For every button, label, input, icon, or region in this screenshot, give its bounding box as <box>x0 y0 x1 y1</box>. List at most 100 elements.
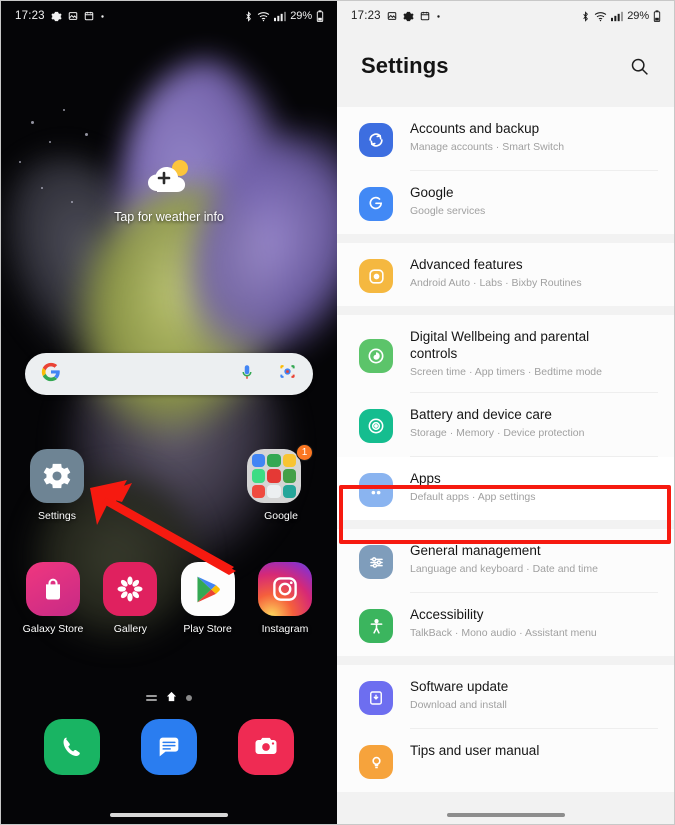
settings-row-subtitle: Android Auto · Labs · Bixby Routines <box>410 277 582 289</box>
app-camera[interactable] <box>238 719 295 775</box>
gear-icon <box>43 463 71 489</box>
sliders-icon <box>359 545 393 579</box>
gesture-bar[interactable] <box>110 813 228 817</box>
page-dot[interactable] <box>186 695 192 701</box>
settings-row-subtitle: Google services <box>410 205 486 217</box>
settings-row-subtitle: Screen time · App timers · Bedtime mode <box>410 366 602 378</box>
dot-icon <box>100 14 105 19</box>
app-grid: Settings 1 Google Galaxy Store Gallery P… <box>1 444 337 635</box>
weather-label: Tap for weather info <box>114 210 224 224</box>
home-page-dot[interactable] <box>166 689 177 707</box>
gear-icon <box>403 11 414 22</box>
phone-icon <box>63 737 80 756</box>
app-label: Galaxy Store <box>22 623 84 635</box>
settings-row-battery-device-care[interactable]: Battery and device care Storage · Memory… <box>337 393 674 456</box>
settings-row-title: Battery and device care <box>410 407 552 422</box>
google-g-icon <box>359 187 393 221</box>
settings-row-advanced-features[interactable]: Advanced features Android Auto · Labs · … <box>337 243 674 306</box>
app-phone[interactable] <box>43 719 100 775</box>
settings-group: Software update Download and install Tip… <box>337 665 674 792</box>
settings-row-title: Digital Wellbeing and parental controls <box>410 329 590 361</box>
dot-icon <box>436 14 441 19</box>
app-settings[interactable]: Settings <box>23 449 91 522</box>
software-update-icon <box>359 681 393 715</box>
app-label: Instagram <box>261 623 309 635</box>
settings-row-accessibility[interactable]: Accessibility TalkBack · Mono audio · As… <box>337 593 674 656</box>
wifi-icon <box>257 11 270 22</box>
microphone-icon[interactable] <box>238 363 256 386</box>
battery-icon <box>316 10 324 22</box>
play-triangle-icon <box>197 576 221 602</box>
app-play-store[interactable]: Play Store <box>174 562 242 635</box>
folder-badge: 1 <box>296 444 313 461</box>
settings-row-subtitle: Language and keyboard · Date and time <box>410 563 598 575</box>
settings-row-title: Advanced features <box>410 257 523 272</box>
gear-icon <box>51 11 62 22</box>
app-label: Google <box>264 510 298 522</box>
settings-row-subtitle: Download and install <box>410 699 507 711</box>
bluetooth-icon <box>244 10 253 22</box>
folder-icon <box>247 449 301 503</box>
settings-row-google[interactable]: Google Google services <box>337 171 674 234</box>
settings-row-digital-wellbeing[interactable]: Digital Wellbeing and parental controls … <box>337 315 674 392</box>
shopping-bag-icon <box>46 578 60 600</box>
app-galaxy-store[interactable]: Galaxy Store <box>19 562 87 635</box>
app-messages[interactable] <box>140 719 197 775</box>
settings-row-accounts-and-backup[interactable]: Accounts and backup Manage accounts · Sm… <box>337 107 674 170</box>
weather-widget[interactable]: Tap for weather info <box>1 156 337 224</box>
camera-icon <box>255 737 277 754</box>
wifi-icon <box>594 11 607 22</box>
dual-screenshot: 17:23 29% Tap for weather info Settings … <box>0 0 675 825</box>
tips-icon <box>359 745 393 779</box>
status-time: 17:23 <box>15 10 45 22</box>
bluetooth-icon <box>581 10 590 22</box>
google-g-icon <box>41 362 61 387</box>
app-instagram[interactable]: Instagram <box>251 562 319 635</box>
settings-group: Advanced features Android Auto · Labs · … <box>337 243 674 306</box>
app-label: Settings <box>38 510 76 522</box>
settings-row-title: Accessibility <box>410 607 484 622</box>
signal-icon <box>611 11 624 22</box>
battery-percent: 29% <box>627 10 649 22</box>
advanced-features-icon <box>359 259 393 293</box>
home-screen: 17:23 29% Tap for weather info Settings … <box>0 0 337 825</box>
page-indicator-lines <box>146 695 157 701</box>
message-icon <box>159 737 179 757</box>
app-folder-google[interactable]: 1 Google <box>247 444 315 522</box>
settings-row-title: Google <box>410 185 454 200</box>
signal-icon <box>274 11 287 22</box>
search-icon[interactable] <box>624 51 654 81</box>
status-bar-home: 17:23 29% <box>1 1 337 31</box>
calendar-icon <box>84 11 94 21</box>
highlight-box-apps <box>339 485 671 544</box>
google-search-widget[interactable] <box>25 353 313 395</box>
settings-header: Settings <box>337 31 674 107</box>
app-gallery[interactable]: Gallery <box>96 562 164 635</box>
device-care-icon <box>359 409 393 443</box>
calendar-icon <box>420 11 430 21</box>
settings-row-software-update[interactable]: Software update Download and install <box>337 665 674 728</box>
settings-row-title: Accounts and backup <box>410 121 540 136</box>
settings-row-title: General management <box>410 543 541 558</box>
status-time: 17:23 <box>351 10 381 22</box>
instagram-camera-icon <box>273 577 297 601</box>
settings-row-subtitle: TalkBack · Mono audio · Assistant menu <box>410 627 597 639</box>
settings-row-title: Software update <box>410 679 509 694</box>
photo-icon <box>68 11 78 21</box>
sync-accounts-icon <box>359 123 393 157</box>
photo-icon <box>387 11 397 21</box>
app-label: Gallery <box>113 623 147 635</box>
settings-group: General management Language and keyboard… <box>337 529 674 656</box>
settings-row-tips-and-user-manual[interactable]: Tips and user manual <box>337 729 674 792</box>
settings-row-subtitle: Manage accounts · Smart Switch <box>410 141 565 153</box>
flower-icon <box>117 576 143 602</box>
gesture-bar[interactable] <box>446 813 565 817</box>
status-bar-settings: 17:23 29% <box>337 1 674 31</box>
page-title: Settings <box>361 53 449 78</box>
app-label: Play Store <box>183 623 232 635</box>
settings-screen: 17:23 29% Settings Accounts and backup M… <box>337 0 675 825</box>
page-indicator <box>1 689 337 707</box>
google-lens-icon[interactable] <box>278 362 297 386</box>
battery-percent: 29% <box>290 10 312 22</box>
battery-icon <box>653 10 661 22</box>
